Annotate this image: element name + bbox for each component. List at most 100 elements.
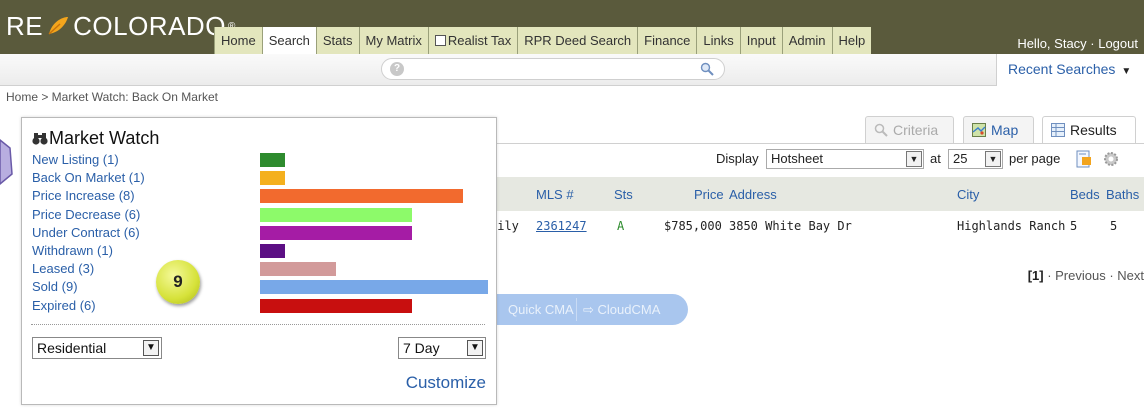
cell-mls-link[interactable]: 2361247 — [536, 219, 587, 233]
cell-baths: 5 — [1110, 219, 1118, 233]
nav-tab-stats[interactable]: Stats — [315, 27, 359, 54]
nav-tab-finance[interactable]: Finance — [637, 27, 697, 54]
cma-button-group: Quick CMA ⇨ CloudCMA — [490, 294, 688, 325]
main-nav: Home Search Stats My Matrix Realist Tax … — [214, 27, 872, 54]
nav-tab-realist-tax-label: Realist Tax — [447, 33, 512, 48]
pager-links[interactable]: · Previous · Next — [1044, 268, 1144, 283]
cma-separator — [576, 298, 577, 321]
cell-address: 3850 White Bay Dr — [729, 219, 852, 233]
results-table-header: MLS # Sts Price Address City Beds Baths — [490, 177, 1144, 211]
market-watch-bar[interactable] — [260, 189, 463, 204]
greeting-logout[interactable]: Hello, Stacy · Logout — [1017, 36, 1138, 51]
nav-tab-realist-tax[interactable]: Realist Tax — [427, 27, 518, 54]
map-icon — [972, 123, 986, 137]
arrow-right-icon: ⇨ — [583, 302, 598, 317]
column-header-baths[interactable]: Baths — [1106, 187, 1139, 202]
nav-tab-search[interactable]: Search — [261, 27, 316, 54]
period-value: 7 Day — [403, 340, 440, 356]
at-label: at — [930, 151, 941, 166]
pagination: [1] · Previous · Next — [1028, 268, 1144, 283]
quick-cma-button[interactable]: Quick CMA — [508, 294, 574, 325]
export-icon[interactable] — [1076, 150, 1092, 168]
cell-city: Highlands Ranch — [957, 219, 1066, 233]
step-number-badge: 9 — [156, 260, 200, 304]
search-strip: ? — [0, 54, 1144, 86]
cell-status: A — [617, 219, 625, 233]
market-watch-bar[interactable] — [260, 280, 488, 295]
chevron-down-icon: ▼ — [1121, 66, 1132, 77]
grid-icon — [1051, 123, 1065, 137]
recent-searches-label: Recent Searches — [1008, 61, 1116, 77]
market-watch-bar[interactable] — [260, 244, 285, 258]
logo-leaf-icon — [48, 17, 69, 35]
chevron-down-icon: ▼ — [467, 340, 483, 356]
display-toolbar: Display Hotsheet ▼ at 25 ▼ per page — [490, 144, 1144, 176]
nav-tab-rpr-deed-search[interactable]: RPR Deed Search — [517, 27, 638, 54]
column-header-city[interactable]: City — [957, 187, 979, 202]
market-watch-item[interactable]: Under Contract (6) — [32, 225, 140, 240]
tab-criteria[interactable]: Criteria — [865, 116, 954, 144]
recent-searches-dropdown[interactable]: Recent Searches ▼ — [996, 54, 1144, 86]
market-watch-bar[interactable] — [260, 225, 412, 240]
market-watch-bar[interactable] — [260, 262, 336, 277]
market-watch-item[interactable]: Price Decrease (6) — [32, 207, 140, 222]
market-watch-bar[interactable] — [260, 153, 285, 167]
nav-tab-home[interactable]: Home — [214, 27, 262, 54]
market-watch-item[interactable]: Leased (3) — [32, 261, 94, 276]
property-type-value: Residential — [37, 340, 107, 356]
cloudcma-label: CloudCMA — [597, 302, 661, 317]
market-watch-bar[interactable] — [260, 171, 285, 186]
market-watch-item[interactable]: Sold (9) — [32, 279, 78, 294]
market-watch-title: Market Watch — [32, 128, 159, 149]
help-icon[interactable]: ? — [390, 62, 404, 76]
tab-map[interactable]: Map — [963, 116, 1034, 144]
tab-criteria-label: Criteria — [893, 122, 939, 138]
market-watch-bar[interactable] — [260, 207, 412, 222]
binoculars-icon — [32, 132, 48, 145]
per-page-value: 25 — [953, 151, 968, 166]
column-header-price[interactable]: Price — [694, 187, 724, 202]
market-watch-item[interactable]: Back On Market (1) — [32, 170, 145, 185]
display-label: Display — [716, 151, 759, 166]
column-header-address[interactable]: Address — [729, 187, 777, 202]
market-watch-title-text: Market Watch — [49, 128, 160, 148]
nav-tab-help[interactable]: Help — [831, 27, 872, 54]
market-watch-item[interactable]: New Listing (1) — [32, 152, 119, 167]
chevron-down-icon: ▼ — [143, 340, 159, 356]
nav-tab-admin[interactable]: Admin — [781, 27, 832, 54]
window-icon — [434, 35, 446, 46]
per-page-select[interactable]: 25 ▼ — [948, 149, 1003, 169]
period-select[interactable]: 7 Day ▼ — [398, 337, 486, 359]
display-format-select[interactable]: Hotsheet ▼ — [766, 149, 924, 169]
recolorado-logo[interactable]: RE COLORADO ® — [6, 8, 235, 44]
column-header-status[interactable]: Sts — [614, 187, 633, 202]
market-watch-item[interactable]: Expired (6) — [32, 298, 96, 313]
market-watch-item[interactable]: Withdrawn (1) — [32, 243, 113, 258]
tab-results-label: Results — [1070, 122, 1117, 138]
magnifier-icon — [874, 123, 888, 137]
nav-tab-input[interactable]: Input — [739, 27, 782, 54]
chevron-down-icon: ▼ — [906, 151, 922, 167]
column-header-mls[interactable]: MLS # — [536, 187, 574, 202]
table-row[interactable]: mily 2361247 A $785,000 3850 White Bay D… — [490, 214, 1144, 242]
nav-tab-my-matrix[interactable]: My Matrix — [358, 27, 428, 54]
customize-link[interactable]: Customize — [406, 373, 486, 393]
nav-tab-links[interactable]: Links — [696, 27, 740, 54]
market-watch-panel: Market Watch New Listing (1) Back On Mark… — [21, 117, 497, 405]
per-page-label: per page — [1009, 151, 1061, 166]
logo-text-left: RE — [6, 10, 44, 41]
search-input[interactable]: ? — [381, 58, 725, 80]
cell-price: $785,000 — [664, 219, 722, 233]
tab-results[interactable]: Results — [1042, 116, 1136, 144]
partial-badge-edge — [0, 139, 13, 185]
search-icon[interactable] — [700, 62, 714, 76]
market-watch-item[interactable]: Price Increase (8) — [32, 188, 135, 203]
display-format-value: Hotsheet — [771, 151, 824, 166]
gear-icon[interactable] — [1102, 150, 1120, 168]
property-type-select[interactable]: Residential ▼ — [32, 337, 162, 359]
divider — [31, 324, 485, 325]
market-watch-bar[interactable] — [260, 298, 412, 313]
cloudcma-button[interactable]: ⇨ CloudCMA — [583, 294, 660, 325]
column-header-beds[interactable]: Beds — [1070, 187, 1100, 202]
breadcrumb: Home > Market Watch: Back On Market — [6, 90, 218, 104]
